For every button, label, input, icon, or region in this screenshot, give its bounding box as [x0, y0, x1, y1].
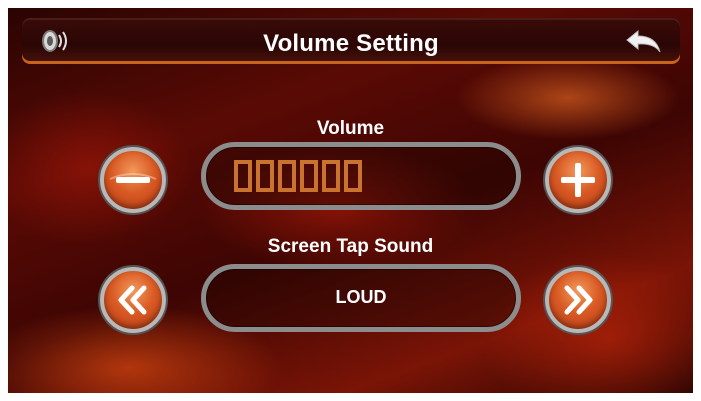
volume-segment	[344, 160, 362, 192]
tap-sound-next-button[interactable]	[545, 267, 611, 333]
volume-label: Volume	[316, 118, 385, 139]
plus-icon	[561, 163, 595, 197]
volume-segment	[234, 160, 252, 192]
volume-segment	[300, 160, 318, 192]
title-bar: Volume Setting	[22, 18, 680, 64]
back-arrow-icon[interactable]	[624, 28, 664, 54]
volume-decrease-button[interactable]	[100, 147, 166, 213]
double-chevron-left-icon	[118, 285, 147, 315]
tap-sound-value-box: LOUD	[201, 264, 521, 332]
volume-segments	[234, 160, 362, 192]
volume-segment	[256, 160, 274, 192]
minus-icon	[109, 173, 157, 183]
tap-sound-value: LOUD	[335, 287, 387, 307]
double-chevron-right-icon	[564, 285, 593, 315]
volume-level-bar[interactable]	[201, 142, 521, 210]
tap-sound-label: Screen Tap Sound	[267, 236, 434, 257]
tap-sound-prev-button[interactable]	[100, 267, 166, 333]
volume-increase-button[interactable]	[545, 147, 611, 213]
volume-setting-screen: Volume Setting Volume Screen Tap Sound L…	[8, 8, 693, 393]
volume-segment	[278, 160, 296, 192]
page-title: Volume Setting	[263, 30, 439, 57]
volume-segment	[322, 160, 340, 192]
